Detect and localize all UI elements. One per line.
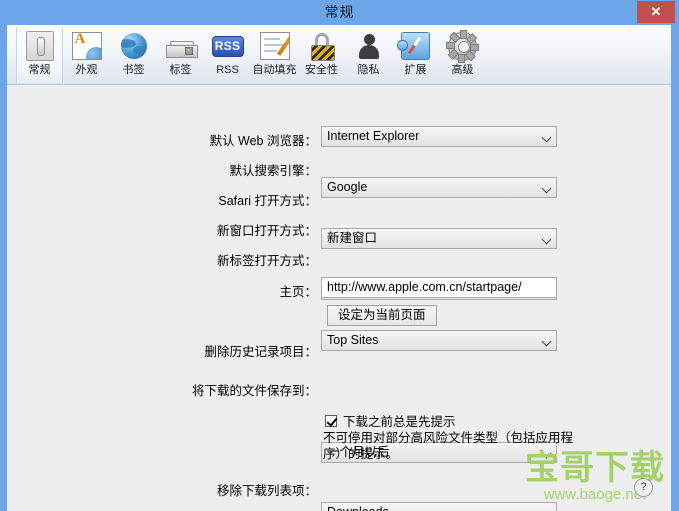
chevron-down-icon bbox=[543, 185, 550, 192]
privacy-person-icon bbox=[353, 30, 385, 62]
new-tab-opens-select[interactable]: Top Sites bbox=[321, 330, 557, 351]
remove-download-list-label: 移除下载列表项： bbox=[216, 484, 317, 498]
tab-extensions-label: 扩展 bbox=[404, 64, 427, 76]
homepage-input[interactable]: http://www.apple.com.cn/startpage/ bbox=[321, 277, 557, 298]
default-search-label: 默认搜索引擎： bbox=[229, 164, 317, 178]
preferences-window: 常规 ✕ 常规 外观 书签 × 标签 bbox=[0, 0, 679, 511]
appearance-icon bbox=[71, 30, 103, 62]
general-icon bbox=[24, 30, 56, 62]
tab-bookmarks-label: 书签 bbox=[122, 64, 145, 76]
window-title: 常规 bbox=[324, 4, 355, 20]
tab-rss-label: RSS bbox=[216, 64, 239, 76]
new-window-opens-label: 新窗口打开方式： bbox=[216, 224, 317, 238]
default-browser-label: 默认 Web 浏览器： bbox=[209, 134, 317, 148]
always-prompt-label: 下载之前总是先提示 bbox=[343, 415, 456, 429]
tab-appearance-label: 外观 bbox=[75, 64, 98, 76]
tab-security-label: 安全性 bbox=[305, 64, 338, 76]
title-bar: 常规 ✕ bbox=[0, 0, 679, 25]
tab-advanced-label: 高级 bbox=[451, 64, 474, 76]
tab-security[interactable]: 安全性 bbox=[298, 27, 345, 83]
safari-opens-label: Safari 打开方式： bbox=[218, 194, 317, 208]
default-browser-select[interactable]: Internet Explorer bbox=[321, 126, 557, 147]
chevron-down-icon bbox=[543, 236, 550, 243]
tab-autofill-label: 自动填充 bbox=[252, 64, 297, 76]
tab-autofill[interactable]: 自动填充 bbox=[251, 27, 298, 83]
chevron-down-icon bbox=[543, 134, 550, 141]
default-search-value: Google bbox=[327, 180, 368, 194]
preferences-toolbar: 常规 外观 书签 × 标签 RSS RSS bbox=[7, 25, 671, 85]
tab-tabs-label: 标签 bbox=[169, 64, 192, 76]
safari-opens-select[interactable]: 新建窗口 bbox=[321, 228, 557, 249]
close-button[interactable]: ✕ bbox=[637, 1, 675, 23]
remove-history-label: 删除历史记录项目： bbox=[204, 345, 317, 359]
homepage-label: 主页： bbox=[279, 285, 317, 299]
rss-icon: RSS bbox=[211, 30, 244, 62]
tab-privacy-label: 隐私 bbox=[357, 64, 380, 76]
tabs-icon: × bbox=[165, 30, 198, 62]
save-downloads-value: Downloads bbox=[327, 505, 389, 511]
extensions-puzzle-icon bbox=[397, 30, 432, 62]
tab-general[interactable]: 常规 bbox=[16, 27, 63, 83]
default-browser-value: Internet Explorer bbox=[327, 129, 420, 143]
tab-rss[interactable]: RSS RSS bbox=[204, 27, 251, 83]
default-search-select[interactable]: Google bbox=[321, 177, 557, 198]
new-tab-opens-value: Top Sites bbox=[327, 333, 379, 347]
prompt-hint-text: 不可停用对部分高风险文件类型（包括应用程序）的提示。 bbox=[323, 431, 574, 461]
set-current-page-button[interactable]: 设定为当前页面 bbox=[327, 305, 437, 326]
tab-advanced[interactable]: 高级 bbox=[439, 27, 486, 83]
help-button[interactable]: ? bbox=[634, 478, 653, 497]
tab-extensions[interactable]: 扩展 bbox=[392, 27, 439, 83]
tab-general-label: 常规 bbox=[28, 64, 51, 76]
save-downloads-label: 将下载的文件保存到： bbox=[191, 384, 317, 398]
advanced-gear-icon bbox=[446, 29, 479, 63]
tab-bookmarks[interactable]: 书签 bbox=[110, 27, 157, 83]
save-downloads-select[interactable]: Downloads bbox=[321, 502, 557, 511]
always-prompt-row[interactable]: 下载之前总是先提示 bbox=[325, 411, 456, 430]
tab-tabs[interactable]: × 标签 bbox=[157, 27, 204, 83]
autofill-icon bbox=[259, 30, 291, 62]
general-settings-form: 默认 Web 浏览器： Internet Explorer 默认搜索引擎： Go… bbox=[7, 85, 671, 511]
always-prompt-checkbox[interactable] bbox=[325, 414, 337, 427]
security-lock-icon bbox=[306, 30, 338, 62]
tab-appearance[interactable]: 外观 bbox=[63, 27, 110, 83]
tab-privacy[interactable]: 隐私 bbox=[345, 27, 392, 83]
chevron-down-icon bbox=[543, 338, 550, 345]
new-tab-opens-label: 新标签打开方式： bbox=[216, 254, 317, 268]
safari-opens-value: 新建窗口 bbox=[327, 231, 378, 245]
bookmarks-globe-icon bbox=[118, 30, 150, 62]
window-client-area: 常规 外观 书签 × 标签 RSS RSS bbox=[7, 25, 675, 511]
rss-icon-text: RSS bbox=[211, 35, 244, 57]
